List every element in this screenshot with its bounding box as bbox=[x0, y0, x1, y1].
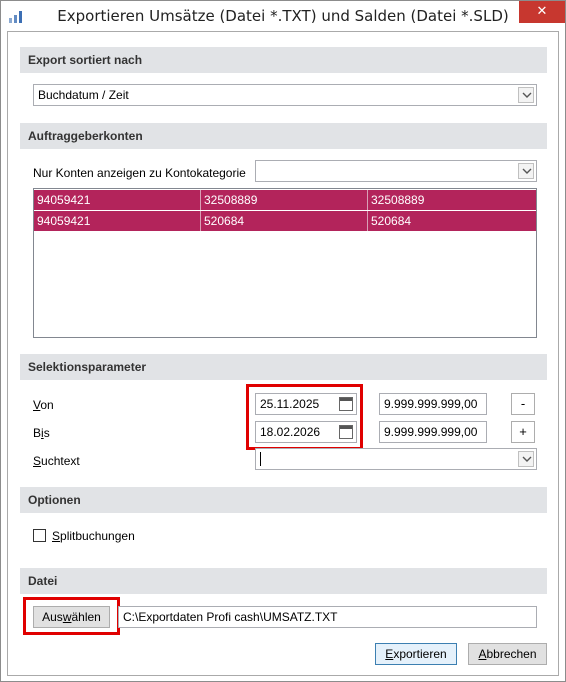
calendar-icon[interactable] bbox=[339, 397, 353, 411]
section-selection-header: Selektionsparameter bbox=[20, 354, 547, 380]
to-amount-input[interactable]: 9.999.999.999,00 bbox=[379, 421, 487, 443]
export-button[interactable]: Exportieren bbox=[375, 643, 457, 665]
account-category-select[interactable] bbox=[255, 160, 537, 182]
to-date-input[interactable]: 18.02.2026 bbox=[255, 421, 357, 443]
account-category-label: Nur Konten anzeigen zu Kontokategorie bbox=[33, 166, 246, 180]
split-bookings-label[interactable]: Splitbuchungen bbox=[52, 529, 135, 543]
account-cell: 32508889 bbox=[371, 193, 425, 207]
from-date-value: 25.11.2025 bbox=[260, 397, 320, 411]
from-date-input[interactable]: 25.11.2025 bbox=[255, 393, 357, 415]
export-dialog: Exportieren Umsätze (Datei *.TXT) und Sa… bbox=[0, 0, 566, 682]
dialog-content: Export sortiert nach Buchdatum / Zeit Au… bbox=[7, 31, 559, 676]
minus-button[interactable]: - bbox=[511, 393, 535, 415]
chevron-down-icon[interactable] bbox=[518, 163, 534, 179]
list-item[interactable]: 94059421 520684 520684 bbox=[34, 211, 536, 231]
account-cell: 32508889 bbox=[201, 190, 368, 210]
account-cell: 520684 bbox=[371, 214, 412, 228]
search-text-input[interactable] bbox=[255, 448, 537, 470]
account-cell: 520684 bbox=[201, 211, 368, 231]
from-amount-input[interactable]: 9.999.999.999,00 bbox=[379, 393, 487, 415]
account-cell: 94059421 bbox=[34, 211, 201, 231]
calendar-icon[interactable] bbox=[339, 425, 353, 439]
list-item[interactable]: 94059421 32508889 32508889 bbox=[34, 190, 536, 210]
from-label: Von bbox=[33, 398, 54, 412]
text-cursor bbox=[260, 452, 261, 466]
search-label: Suchtext bbox=[33, 454, 80, 468]
section-accounts-header: Auftraggeberkonten bbox=[20, 123, 547, 149]
sort-order-value: Buchdatum / Zeit bbox=[38, 88, 129, 102]
close-button[interactable]: ✕ bbox=[519, 1, 565, 23]
sort-order-select[interactable]: Buchdatum / Zeit bbox=[33, 84, 537, 106]
section-file-header: Datei bbox=[20, 568, 547, 594]
section-export-header: Export sortiert nach bbox=[20, 47, 547, 73]
split-bookings-checkbox[interactable] bbox=[33, 529, 46, 542]
title-bar: Exportieren Umsätze (Datei *.TXT) und Sa… bbox=[1, 1, 565, 31]
file-path-input[interactable]: C:\Exportdaten Profi cash\UMSATZ.TXT bbox=[118, 606, 537, 628]
window-title: Exportieren Umsätze (Datei *.TXT) und Sa… bbox=[57, 7, 509, 25]
accounts-list[interactable]: 94059421 32508889 32508889 94059421 5206… bbox=[33, 188, 537, 338]
cancel-button[interactable]: Abbrechen bbox=[468, 643, 547, 665]
to-label: Bis bbox=[33, 426, 50, 440]
chevron-down-icon[interactable] bbox=[518, 87, 534, 103]
choose-file-button[interactable]: Auswählen bbox=[33, 606, 110, 628]
chevron-down-icon[interactable] bbox=[518, 451, 534, 467]
to-date-value: 18.02.2026 bbox=[260, 425, 321, 439]
account-cell: 94059421 bbox=[34, 190, 201, 210]
section-options-header: Optionen bbox=[20, 487, 547, 513]
plus-button[interactable]: + bbox=[511, 421, 535, 443]
